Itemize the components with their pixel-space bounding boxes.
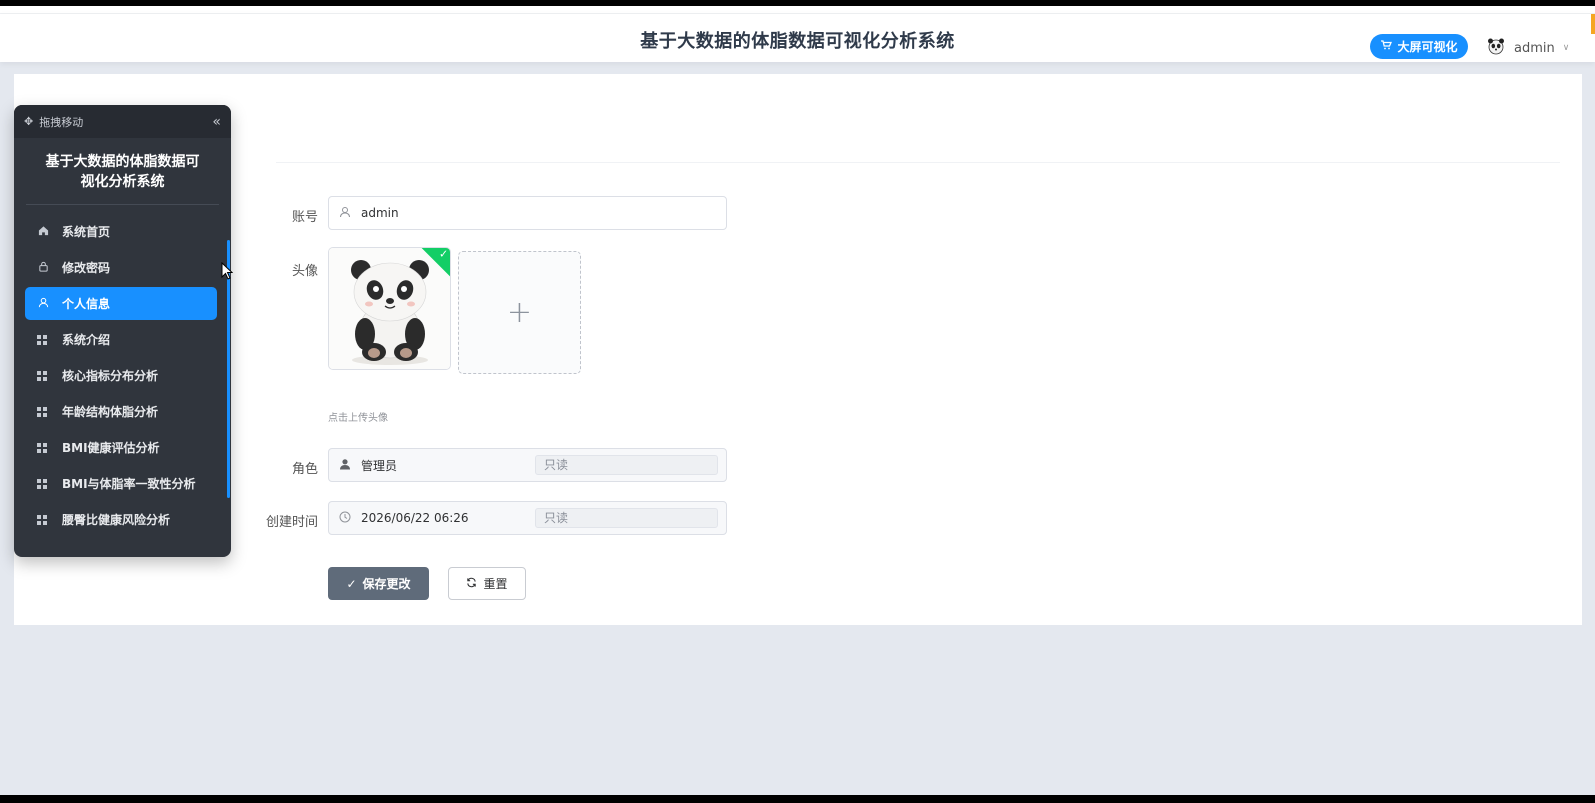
user-icon bbox=[37, 297, 49, 311]
sidebar-item-age-structure[interactable]: 年龄结构体脂分析 bbox=[25, 395, 217, 428]
avatar-preview[interactable]: ✓ bbox=[328, 247, 451, 370]
top-strip bbox=[0, 6, 1595, 14]
reset-label: 重置 bbox=[483, 577, 508, 591]
grid-icon bbox=[37, 406, 49, 417]
chevron-down-icon: ∨ bbox=[1562, 43, 1570, 53]
sidebar-item-label: 系统介绍 bbox=[62, 333, 111, 347]
sidebar-item-label: 年龄结构体脂分析 bbox=[62, 405, 159, 419]
sidebar-item-core-metrics[interactable]: 核心指标分布分析 bbox=[25, 359, 217, 392]
home-icon bbox=[37, 225, 49, 239]
readonly-tag: 只读 bbox=[535, 455, 718, 475]
sidebar-item-waist-hip[interactable]: 腰臀比健康风险分析 bbox=[25, 503, 217, 536]
page-title: 基于大数据的体脂数据可视化分析系统 bbox=[640, 31, 955, 52]
account-label: 账号 bbox=[291, 210, 318, 225]
sidebar-item-label: 系统首页 bbox=[62, 225, 111, 239]
app-window: 基于大数据的体脂数据可视化分析系统 大屏可视化 admin ∨ 账号 admin… bbox=[0, 6, 1595, 795]
collapse-icon[interactable]: « bbox=[212, 114, 221, 130]
sidebar-item-label: 修改密码 bbox=[62, 261, 111, 275]
avatar-upload-button[interactable]: + bbox=[458, 251, 581, 374]
upload-tip: 点击上传头像 bbox=[328, 413, 388, 424]
check-icon: ✓ bbox=[439, 247, 449, 261]
created-time-field: 2026/06/22 06:26 只读 bbox=[328, 501, 727, 535]
user-filled-icon bbox=[339, 458, 351, 473]
lock-icon bbox=[37, 261, 49, 275]
bigscreen-label: 大屏可视化 bbox=[1397, 40, 1458, 54]
grid-icon bbox=[37, 514, 49, 525]
account-value: admin bbox=[361, 206, 399, 220]
grid-icon bbox=[37, 442, 49, 453]
user-menu[interactable]: admin ∨ bbox=[1486, 36, 1569, 60]
bigscreen-button[interactable]: 大屏可视化 bbox=[1370, 34, 1468, 59]
avatar-label: 头像 bbox=[291, 264, 318, 279]
profile-card bbox=[14, 74, 1582, 625]
clock-icon bbox=[339, 511, 351, 526]
save-label: 保存更改 bbox=[362, 577, 411, 591]
sidebar-item-bmi-health[interactable]: BMI健康评估分析 bbox=[25, 431, 217, 464]
created-time-value: 2026/06/22 06:26 bbox=[361, 511, 469, 525]
role-label: 角色 bbox=[291, 462, 318, 477]
panda-image bbox=[329, 248, 450, 369]
edge-accent bbox=[1591, 14, 1595, 34]
grid-icon bbox=[37, 334, 49, 345]
sidebar-item-profile[interactable]: 个人信息 bbox=[25, 287, 217, 320]
save-button[interactable]: ✓ 保存更改 bbox=[328, 567, 429, 600]
cart-icon bbox=[1380, 39, 1393, 54]
role-value: 管理员 bbox=[361, 458, 398, 473]
sidebar-item-bmi-bodyfat[interactable]: BMI与体脂率一致性分析 bbox=[25, 467, 217, 500]
sidebar-item-home[interactable]: 系统首页 bbox=[25, 215, 217, 248]
sidebar-menu: 系统首页 修改密码 个人信息 系统介绍 核心指标分布分析 年龄结构体脂分析 BM… bbox=[14, 205, 231, 536]
username: admin bbox=[1514, 40, 1555, 56]
account-field[interactable]: admin bbox=[328, 196, 727, 230]
drag-label: 拖拽移动 bbox=[39, 115, 84, 129]
sidebar-item-label: BMI健康评估分析 bbox=[62, 441, 160, 455]
created-time-label: 创建时间 bbox=[265, 515, 318, 530]
role-field: 管理员 只读 bbox=[328, 448, 727, 482]
reset-button[interactable]: 重置 bbox=[448, 567, 526, 600]
sidebar-item-label: 核心指标分布分析 bbox=[62, 369, 159, 383]
user-outline-icon bbox=[339, 206, 351, 221]
grid-icon bbox=[37, 370, 49, 381]
drag-handle[interactable]: ✥ 拖拽移动 « bbox=[14, 105, 231, 138]
move-icon: ✥ bbox=[24, 115, 34, 128]
sidebar-item-label: 腰臀比健康风险分析 bbox=[62, 513, 171, 527]
refresh-icon bbox=[466, 577, 477, 591]
divider bbox=[276, 162, 1560, 163]
sidebar-item-intro[interactable]: 系统介绍 bbox=[25, 323, 217, 356]
check-icon: ✓ bbox=[346, 576, 357, 591]
top-header: 基于大数据的体脂数据可视化分析系统 大屏可视化 admin ∨ bbox=[0, 14, 1595, 62]
avatar bbox=[1486, 36, 1506, 60]
sidebar-item-label: BMI与体脂率一致性分析 bbox=[62, 477, 196, 491]
mouse-cursor-icon bbox=[221, 261, 234, 284]
sidebar-item-change-password[interactable]: 修改密码 bbox=[25, 251, 217, 284]
sidebar-item-label: 个人信息 bbox=[62, 297, 111, 311]
grid-icon bbox=[37, 478, 49, 489]
sidebar-title: 基于大数据的体脂数据可视化分析系统 bbox=[26, 138, 219, 205]
readonly-tag: 只读 bbox=[535, 508, 718, 528]
floating-sidebar: ✥ 拖拽移动 « 基于大数据的体脂数据可视化分析系统 系统首页 修改密码 个人信… bbox=[14, 105, 231, 557]
plus-icon: + bbox=[506, 295, 533, 330]
